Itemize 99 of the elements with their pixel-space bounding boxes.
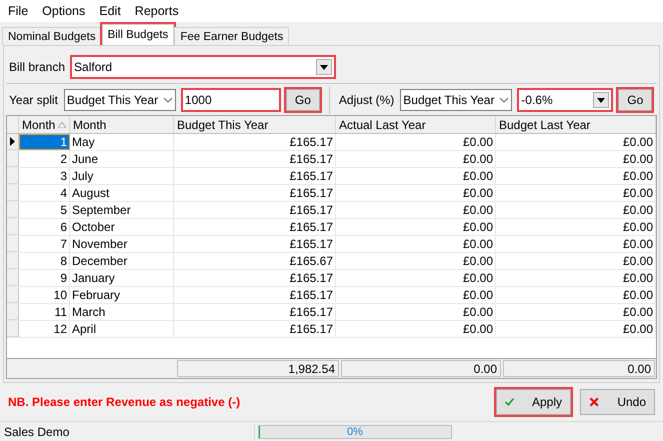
table-cell: June bbox=[70, 151, 174, 167]
row-header[interactable] bbox=[7, 134, 19, 150]
source-dropdown[interactable]: Budget This Year bbox=[400, 89, 512, 111]
table-cell: £0.00 bbox=[496, 151, 656, 167]
table-cell: £0.00 bbox=[336, 168, 496, 184]
table-cell: 8 bbox=[19, 253, 70, 269]
total-cell: 0.00 bbox=[341, 360, 501, 377]
table-cell: 11 bbox=[19, 304, 70, 320]
total-cell: 0.00 bbox=[503, 360, 655, 377]
go-button[interactable]: Go bbox=[286, 89, 320, 111]
table-cell: £0.00 bbox=[496, 202, 656, 218]
menu-item[interactable]: File bbox=[8, 4, 28, 18]
table-cell: 7 bbox=[19, 236, 70, 252]
column-header[interactable]: Actual Last Year bbox=[336, 116, 496, 133]
table-cell: £0.00 bbox=[496, 185, 656, 201]
table-cell: £165.17 bbox=[174, 168, 336, 184]
table-cell: September bbox=[70, 202, 174, 218]
row-pointer-icon bbox=[10, 137, 15, 146]
apply-button[interactable]: Apply bbox=[496, 389, 571, 415]
field-label: Bill branch bbox=[9, 60, 66, 74]
table-cell: £165.67 bbox=[174, 253, 336, 269]
sort-arrow-icon bbox=[58, 122, 66, 128]
table-cell: £165.17 bbox=[174, 270, 336, 286]
table-cell: November bbox=[70, 236, 174, 252]
table-cell: £0.00 bbox=[336, 304, 496, 320]
table-cell: 3 bbox=[19, 168, 70, 184]
tab[interactable]: Nominal Budgets bbox=[2, 27, 102, 45]
table-cell: August bbox=[70, 185, 174, 201]
table-cell: £165.17 bbox=[174, 185, 336, 201]
go-button[interactable]: Go bbox=[618, 89, 652, 111]
table-cell: March bbox=[70, 304, 174, 320]
field-label: Year split bbox=[9, 93, 58, 107]
table-cell: £0.00 bbox=[336, 151, 496, 167]
table-cell: £0.00 bbox=[336, 202, 496, 218]
table-cell: 6 bbox=[19, 219, 70, 235]
table-cell: £0.00 bbox=[336, 287, 496, 303]
table-cell: £0.00 bbox=[496, 236, 656, 252]
dropdown-arrow-icon bbox=[320, 64, 328, 70]
table-cell: £165.17 bbox=[174, 202, 336, 218]
table-cell: £0.00 bbox=[336, 270, 496, 286]
status-text: Sales Demo bbox=[0, 424, 255, 438]
table-cell: July bbox=[70, 168, 174, 184]
progress-bar: 0% bbox=[258, 424, 452, 438]
total-cell: 1,982.54 bbox=[177, 360, 339, 377]
table-cell: 5 bbox=[19, 202, 70, 218]
percent-dropdown[interactable]: -0.6% bbox=[518, 89, 612, 111]
table-cell: £0.00 bbox=[496, 287, 656, 303]
column-header[interactable]: Budget Last Year bbox=[496, 116, 656, 133]
table-cell: 2 bbox=[19, 151, 70, 167]
table-cell: £0.00 bbox=[496, 304, 656, 320]
undo-button[interactable]: Undo bbox=[580, 389, 655, 415]
tab[interactable]: Fee Earner Budgets bbox=[174, 27, 290, 45]
column-header[interactable]: Month bbox=[70, 116, 174, 133]
table-cell: 9 bbox=[19, 270, 70, 286]
table-cell: 12 bbox=[19, 321, 70, 337]
menu-item[interactable]: Edit bbox=[99, 4, 121, 18]
cross-icon bbox=[589, 395, 600, 409]
table-cell: £165.17 bbox=[174, 304, 336, 320]
table-cell: January bbox=[70, 270, 174, 286]
column-header[interactable]: Month bbox=[19, 116, 70, 133]
table-cell: £0.00 bbox=[336, 236, 496, 252]
field-label: Adjust (%) bbox=[338, 93, 394, 107]
table-cell: £165.17 bbox=[174, 287, 336, 303]
table-cell: £0.00 bbox=[496, 168, 656, 184]
warning-note: NB. Please enter Revenue as negative (-) bbox=[8, 395, 242, 409]
table-cell: £0.00 bbox=[496, 270, 656, 286]
table-cell: April bbox=[70, 321, 174, 337]
caret-icon bbox=[499, 97, 510, 103]
branch-dropdown[interactable]: Salford bbox=[71, 56, 336, 78]
table-cell: May bbox=[70, 134, 174, 150]
table-cell: £165.17 bbox=[174, 219, 336, 235]
table-cell: £0.00 bbox=[496, 253, 656, 269]
table-cell: December bbox=[70, 253, 174, 269]
caret-icon bbox=[162, 97, 173, 103]
menu-item[interactable]: Options bbox=[42, 4, 86, 18]
table-cell: £0.00 bbox=[496, 134, 656, 150]
table-cell: 10 bbox=[19, 287, 70, 303]
table-cell: 1 bbox=[19, 134, 70, 150]
table-cell: £165.17 bbox=[174, 151, 336, 167]
table-cell: February bbox=[70, 287, 174, 303]
table-cell: £0.00 bbox=[336, 134, 496, 150]
table-cell: £165.17 bbox=[174, 321, 336, 337]
table-cell: 4 bbox=[19, 185, 70, 201]
table-cell: £0.00 bbox=[336, 253, 496, 269]
dropdown-arrow-icon bbox=[597, 98, 606, 102]
table-cell: £0.00 bbox=[496, 219, 656, 235]
column-header[interactable]: Budget This Year bbox=[174, 116, 336, 133]
table-cell: October bbox=[70, 219, 174, 235]
table-cell: £165.17 bbox=[174, 134, 336, 150]
table-cell: £165.17 bbox=[174, 236, 336, 252]
menu-item[interactable]: Reports bbox=[134, 4, 179, 18]
table-cell: £0.00 bbox=[336, 219, 496, 235]
source-dropdown[interactable]: Budget This Year bbox=[64, 89, 176, 111]
table-cell: £0.00 bbox=[496, 321, 656, 337]
tab[interactable]: Bill Budgets bbox=[102, 24, 174, 45]
amount-field[interactable]: 1000 bbox=[182, 89, 280, 111]
table-cell: £0.00 bbox=[336, 185, 496, 201]
check-icon bbox=[505, 395, 514, 409]
table-cell: £0.00 bbox=[336, 321, 496, 337]
